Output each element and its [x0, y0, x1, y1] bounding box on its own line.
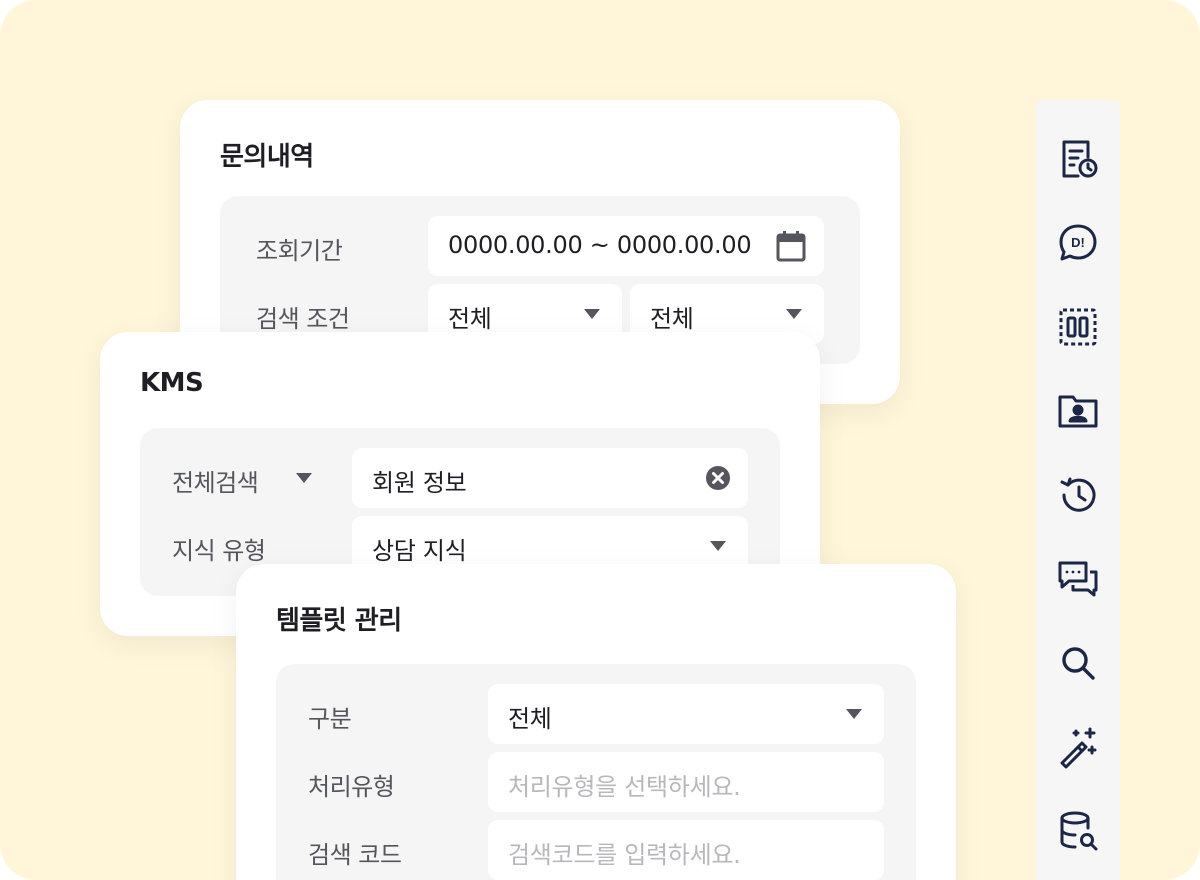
magic-wand-icon [1060, 727, 1097, 769]
period-label: 조회기간 [256, 237, 343, 265]
card-title: KMS [140, 368, 204, 398]
search-scope-label: 전체검색 [172, 469, 259, 497]
contact-folder-icon [1058, 395, 1098, 428]
clear-icon[interactable] [706, 466, 730, 494]
chat-dialog-icon: D! [1059, 224, 1097, 261]
search-row: 전체검색 회원 정보 [140, 448, 780, 508]
sidebar-item-history[interactable] [1054, 471, 1102, 519]
chevron-down-icon [584, 309, 600, 319]
period-row: 조회기간 0000.00.00 ~ 0000.00.00 [220, 216, 860, 276]
kms-search-input[interactable]: 회원 정보 [352, 448, 748, 508]
process-type-placeholder: 처리유형을 선택하세요. [508, 773, 741, 801]
sidebar-item-database[interactable] [1054, 807, 1102, 855]
criteria-select-1-value: 전체 [448, 305, 492, 333]
history-icon [1060, 477, 1096, 512]
category-row: 구분 전체 [276, 684, 916, 744]
chevron-down-icon [296, 473, 312, 483]
search-icon [1062, 647, 1095, 680]
svg-text:D!: D! [1071, 235, 1085, 250]
sidebar-item-contacts[interactable] [1054, 387, 1102, 435]
database-search-icon [1060, 811, 1098, 851]
card-title: 템플릿 관리 [276, 606, 402, 636]
search-code-input[interactable]: 검색코드를 입력하세요. [488, 820, 884, 880]
sidebar-item-columns[interactable] [1054, 303, 1102, 351]
search-code-row: 검색 코드 검색코드를 입력하세요. [276, 820, 916, 880]
search-scope-dropdown[interactable]: 전체검색 [172, 448, 322, 508]
sidebar-item-conversations[interactable] [1054, 555, 1102, 603]
search-code-label: 검색 코드 [308, 841, 402, 869]
chevron-down-icon [786, 309, 802, 319]
template-filter-panel: 구분 전체 처리유형 처리유형을 선택하세요. 검색 코드 검색코드를 입력하세… [276, 664, 916, 880]
sidebar-item-chat[interactable]: D! [1054, 219, 1102, 267]
category-value: 전체 [508, 705, 552, 733]
search-code-placeholder: 검색코드를 입력하세요. [508, 841, 741, 869]
conversation-icon [1058, 561, 1098, 597]
date-range-value: 0000.00.00 ~ 0000.00.00 [448, 231, 752, 259]
sidebar-item-magic[interactable] [1054, 723, 1102, 771]
process-type-label: 처리유형 [308, 773, 395, 801]
process-type-row: 처리유형 처리유형을 선택하세요. [276, 752, 916, 812]
category-select[interactable]: 전체 [488, 684, 884, 744]
kms-search-value: 회원 정보 [372, 469, 467, 497]
category-label: 구분 [308, 705, 352, 733]
criteria-label: 검색 조건 [256, 305, 350, 333]
inquiry-history-icon [1062, 140, 1098, 178]
background-canvas: 문의내역 조회기간 0000.00.00 ~ 0000.00.00 검색 조건 … [0, 0, 1200, 880]
date-range-field[interactable]: 0000.00.00 ~ 0000.00.00 [428, 216, 824, 276]
knowledge-type-label: 지식 유형 [172, 537, 266, 565]
chevron-down-icon [710, 541, 726, 551]
sidebar-item-search[interactable] [1054, 639, 1102, 687]
calendar-icon[interactable] [776, 230, 806, 266]
right-sidebar: D! [1036, 100, 1120, 880]
dashed-panel-icon [1059, 308, 1097, 346]
criteria-select-2-value: 전체 [650, 305, 694, 333]
knowledge-type-value: 상담 지식 [372, 537, 467, 565]
chevron-down-icon [846, 709, 862, 719]
sidebar-item-inquiry-history[interactable] [1054, 135, 1102, 183]
template-management-card: 템플릿 관리 구분 전체 처리유형 처리유형을 선택하세요. 검색 코드 검색코… [236, 564, 956, 880]
card-title: 문의내역 [220, 142, 314, 172]
process-type-field[interactable]: 처리유형을 선택하세요. [488, 752, 884, 812]
